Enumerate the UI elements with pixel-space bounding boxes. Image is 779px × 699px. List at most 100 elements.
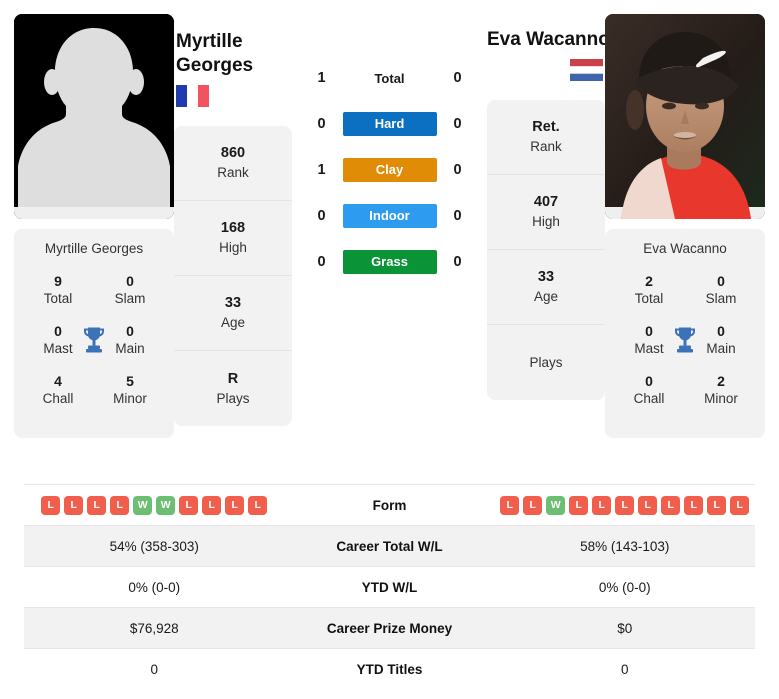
right-value: 0 [620, 661, 629, 677]
title-value: 0 [645, 323, 653, 339]
h2h-surface-clay[interactable]: Clay [342, 158, 437, 182]
form-badge-loss[interactable]: L [248, 495, 268, 515]
h2h-surface-hard[interactable]: Hard [342, 112, 437, 136]
form-badge-loss[interactable]: L [730, 495, 750, 515]
surface-badge-label: Hard [342, 112, 437, 136]
rank-label: Age [220, 315, 246, 330]
title-stat-total: 2 Total [621, 272, 677, 308]
form-badge-loss[interactable]: L [179, 495, 199, 515]
h2h-surface-grass[interactable]: Grass [342, 250, 437, 274]
left-flag-wrapper [174, 85, 292, 112]
left-titles-grid: 9 Total 0 Slam 0 Mast 0 Main 4 Chall 5 M… [20, 272, 168, 408]
left-value: $76,928 [129, 620, 179, 636]
title-stat-slam: 0 Slam [102, 272, 158, 308]
left-player-photo[interactable] [14, 14, 174, 219]
rank-label: High [532, 214, 560, 229]
table-row: 54% (358-303) Career Total W/L 58% (143-… [24, 525, 755, 566]
form-badge-loss[interactable]: L [569, 495, 589, 515]
h2h-row-grass: 0 Grass 0 [292, 250, 487, 274]
right-titles-card: Eva Wacanno 2 Total 0 Slam 0 Mast 0 Main… [605, 229, 765, 438]
trophy-icon [84, 327, 104, 353]
title-value: 0 [717, 323, 725, 339]
right-player-photo[interactable] [605, 14, 765, 219]
flag-netherlands-icon [570, 59, 603, 81]
table-row: 0 YTD Titles 0 [24, 648, 755, 689]
rank-cell-plays: Plays [487, 325, 605, 400]
title-label: Chall [42, 391, 74, 406]
form-badge-loss[interactable]: L [110, 495, 130, 515]
form-badge-loss[interactable]: L [87, 495, 107, 515]
form-badge-loss[interactable]: L [41, 495, 61, 515]
form-badge-loss[interactable]: L [615, 495, 635, 515]
form-badge-loss[interactable]: L [661, 495, 681, 515]
title-stat-minor: 2 Minor [693, 372, 749, 408]
h2h-left-score: 1 [317, 162, 326, 178]
rank-label: Plays [216, 390, 250, 406]
right-titles-player-name: Eva Wacanno [643, 241, 727, 256]
rank-label: Rank [530, 139, 562, 154]
title-label: Mast [634, 341, 664, 356]
title-value: 0 [717, 273, 725, 289]
left-player-name[interactable]: Myrtille Georges [174, 30, 292, 78]
right-player-name[interactable]: Eva Wacanno [487, 28, 610, 52]
title-label: Main [706, 341, 736, 356]
form-badge-loss[interactable]: L [707, 495, 727, 515]
form-badge-loss[interactable]: L [592, 495, 612, 515]
form-badge-loss[interactable]: L [684, 495, 704, 515]
title-value: 0 [645, 373, 653, 389]
h2h-left-score: 1 [317, 70, 326, 86]
left-value: 0% (0-0) [128, 579, 181, 595]
form-badge-win[interactable]: W [133, 495, 153, 515]
title-label: Mast [43, 341, 73, 356]
title-value: 4 [54, 373, 62, 389]
rank-value: 33 [224, 295, 242, 311]
flag-france-icon [176, 85, 209, 107]
h2h-row-hard: 0 Hard 0 [292, 112, 487, 136]
placeholder-avatar-icon [14, 14, 174, 219]
right-form-cell: LLWLLLLLLLL [495, 495, 756, 515]
form-badge-loss[interactable]: L [64, 495, 84, 515]
title-stat-minor: 5 Minor [102, 372, 158, 408]
table-row-form: LLLLWWLLLL Form LLWLLLLLLLL [24, 484, 755, 525]
titles-row: 0 Chall 2 Minor [611, 372, 759, 408]
form-badge-win[interactable]: W [156, 495, 176, 515]
left-player-name-line2: Georges [176, 55, 254, 76]
rank-cell-plays: R Plays [174, 351, 292, 426]
title-label: Main [115, 341, 145, 356]
right-value: 58% (143-103) [580, 538, 670, 554]
form-badge-loss[interactable]: L [523, 495, 543, 515]
surface-badge-label: Indoor [342, 204, 437, 228]
h2h-left-score: 0 [317, 254, 326, 270]
comparison-table: LLLLWWLLLL Form LLWLLLLLLLL 54% (358-303… [24, 484, 755, 689]
left-player-name-line1: Myrtille [176, 31, 243, 52]
h2h-left-score: 0 [317, 208, 326, 224]
form-badge-loss[interactable]: L [202, 495, 222, 515]
rank-value: 168 [220, 220, 246, 236]
rank-label: High [219, 240, 247, 255]
rank-value: R [227, 370, 239, 387]
form-badge-loss[interactable]: L [225, 495, 245, 515]
title-label: Minor [113, 391, 147, 406]
title-label: Minor [704, 391, 738, 406]
title-label: Total [634, 291, 664, 306]
form-badge-loss[interactable]: L [638, 495, 658, 515]
title-label: Chall [633, 391, 665, 406]
left-form-strip: LLLLWWLLLL [24, 495, 285, 515]
form-badge-win[interactable]: W [546, 495, 566, 515]
surface-badge-label: Grass [342, 250, 437, 274]
right-player-name-line1: Eva Wacanno [487, 29, 610, 50]
left-name-column: Myrtille Georges 860 Rank 168 High 33 Ag… [174, 14, 292, 426]
h2h-surface-indoor[interactable]: Indoor [342, 204, 437, 228]
form-badge-loss[interactable]: L [500, 495, 520, 515]
title-value: 0 [126, 323, 134, 339]
titles-row: 2 Total 0 Slam [611, 272, 759, 308]
rank-label: Rank [217, 165, 249, 180]
table-row: 0% (0-0) YTD W/L 0% (0-0) [24, 566, 755, 607]
title-value: 5 [126, 373, 134, 389]
rank-value: 407 [533, 194, 559, 210]
h2h-left-score: 0 [317, 116, 326, 132]
h2h-label-total: Total [374, 70, 405, 86]
h2h-right-score: 0 [453, 116, 462, 132]
title-value: 2 [717, 373, 725, 389]
table-label: YTD W/L [361, 579, 418, 595]
